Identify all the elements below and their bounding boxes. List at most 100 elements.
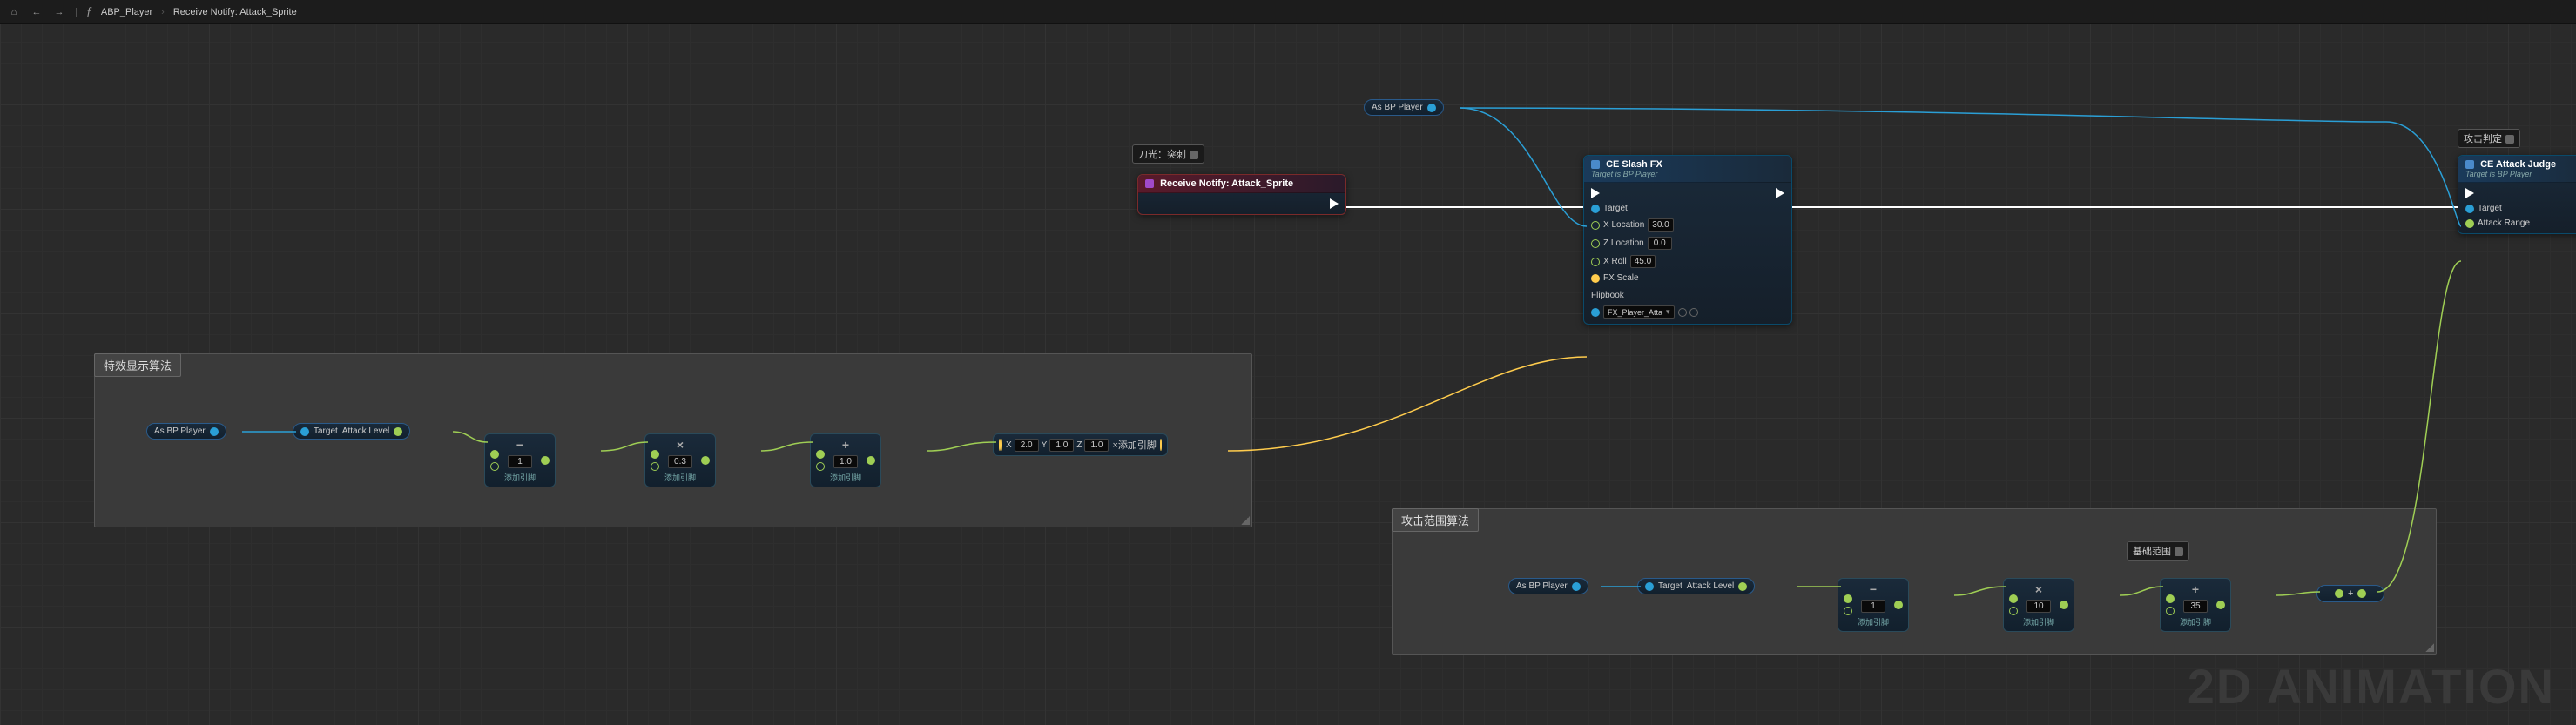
- pin-out-float[interactable]: [394, 427, 402, 436]
- add-pin-button[interactable]: 添加引脚: [2180, 616, 2211, 628]
- pin-out[interactable]: [867, 456, 875, 465]
- pin-in-a[interactable]: [816, 450, 825, 459]
- pin-xloc[interactable]: [1591, 221, 1600, 230]
- crumb-abp-player[interactable]: ABP_Player: [101, 7, 152, 17]
- add-pin-button[interactable]: 添加引脚: [2023, 616, 2054, 628]
- input-x[interactable]: 2.0: [1015, 439, 1039, 452]
- node-reroute-range[interactable]: +: [2316, 585, 2384, 602]
- multiply-icon: ×: [2035, 582, 2042, 596]
- pin-in-b[interactable]: [2009, 607, 2018, 615]
- resize-handle-icon[interactable]: [2425, 643, 2434, 652]
- pin-out[interactable]: [541, 456, 550, 465]
- plus-icon: +: [842, 438, 849, 452]
- pin-out[interactable]: [1894, 601, 1903, 609]
- browse-icon[interactable]: [1678, 308, 1687, 317]
- pin-in-b[interactable]: [490, 462, 499, 471]
- var-target-range[interactable]: TargetAttack Level: [1637, 578, 1755, 594]
- use-selected-icon[interactable]: [1689, 308, 1698, 317]
- pin-exec-in[interactable]: [1591, 188, 1600, 198]
- add-pin-button[interactable]: 添加引脚: [1118, 440, 1157, 451]
- node-title: CE Attack Judge: [2480, 159, 2556, 170]
- var-as-bp-player-range[interactable]: As BP Player: [1508, 578, 1588, 594]
- home-icon[interactable]: ⌂: [7, 5, 21, 19]
- pin-out-obj[interactable]: [210, 427, 219, 436]
- pin-in-b[interactable]: [1844, 607, 1852, 615]
- node-subtitle: Target is BP Player: [1591, 170, 1784, 178]
- pin-attack-range[interactable]: [2465, 219, 2474, 228]
- pin-exec-out[interactable]: [1330, 198, 1339, 209]
- input-b[interactable]: 35: [2183, 600, 2208, 613]
- pin-in-a[interactable]: [2166, 594, 2175, 603]
- node-subtitle: Target is BP Player: [2465, 170, 2576, 178]
- input-b[interactable]: 10: [2026, 600, 2051, 613]
- var-target-fx[interactable]: TargetAttack Level: [293, 423, 410, 440]
- tooltip-slash: 刀光：突刺: [1132, 144, 1204, 164]
- pin-out-obj[interactable]: [1427, 104, 1436, 112]
- pin-in-a[interactable]: [2009, 594, 2018, 603]
- pin-in-b[interactable]: [816, 462, 825, 471]
- comment-title-fx[interactable]: 特效显示算法: [94, 353, 181, 377]
- add-pin-button[interactable]: 添加引脚: [830, 472, 861, 483]
- pin-out-obj[interactable]: [1572, 582, 1581, 591]
- node-multiply-range[interactable]: × 10 添加引脚: [2003, 578, 2074, 632]
- pin-exec-out[interactable]: [1776, 188, 1784, 198]
- input-y[interactable]: 1.0: [1049, 439, 1074, 452]
- node-vector-multiply[interactable]: X2.0 Y1.0 Z1.0 ×添加引脚: [993, 433, 1168, 456]
- pin-flipbook[interactable]: [1591, 308, 1600, 317]
- node-ce-attack-judge[interactable]: CE Attack Judge Target is BP Player Targ…: [2458, 155, 2576, 234]
- input-b[interactable]: 1: [508, 455, 532, 468]
- input-b[interactable]: 1.0: [833, 455, 858, 468]
- input-b[interactable]: 1: [1861, 600, 1885, 613]
- pin-in-obj[interactable]: [300, 427, 309, 436]
- pin-in-b[interactable]: [651, 462, 659, 471]
- tooltip-judge: 攻击判定: [2458, 129, 2520, 148]
- watermark: 2D ANIMATION: [2188, 658, 2555, 715]
- plus-icon: +: [2348, 588, 2353, 599]
- crumb-receive-notify[interactable]: Receive Notify: Attack_Sprite: [173, 7, 297, 17]
- node-subtract-fx[interactable]: −1添加引脚: [484, 433, 556, 487]
- input-xloc[interactable]: 30.0: [1648, 218, 1673, 232]
- pin-zloc[interactable]: [1591, 239, 1600, 248]
- add-pin-button[interactable]: 添加引脚: [664, 472, 696, 483]
- input-b[interactable]: 0.3: [668, 455, 692, 468]
- node-subtract-range[interactable]: −1添加引脚: [1838, 578, 1909, 632]
- resize-handle-icon[interactable]: [1241, 516, 1250, 525]
- back-icon[interactable]: ←: [30, 5, 44, 19]
- pin-in[interactable]: [2335, 589, 2343, 598]
- node-ce-slash-fx[interactable]: CE Slash FX Target is BP Player Target X…: [1583, 155, 1792, 325]
- pin-in-obj[interactable]: [1645, 582, 1654, 591]
- node-add-fx[interactable]: +1.0 添加引脚: [810, 433, 881, 487]
- add-pin-button[interactable]: 添加引脚: [504, 472, 536, 483]
- pin-out[interactable]: [2357, 589, 2366, 598]
- pin-in-a[interactable]: [651, 450, 659, 459]
- pin-target[interactable]: [1591, 205, 1600, 213]
- function-icon: [1591, 160, 1600, 169]
- input-xroll[interactable]: 45.0: [1630, 255, 1656, 268]
- pin-in-a[interactable]: [1844, 594, 1852, 603]
- pin-in-b[interactable]: [2166, 607, 2175, 615]
- pin-fxscale[interactable]: [1591, 274, 1600, 283]
- var-as-bp-player-fx[interactable]: As BP Player: [146, 423, 226, 440]
- pin-target[interactable]: [2465, 205, 2474, 213]
- input-z[interactable]: 1.0: [1084, 439, 1109, 452]
- pin-out-float[interactable]: [1738, 582, 1747, 591]
- info-icon: [1190, 151, 1198, 159]
- pin-out[interactable]: [2060, 601, 2068, 609]
- pin-in-a[interactable]: [490, 450, 499, 459]
- add-pin-button[interactable]: 添加引脚: [1858, 616, 1889, 628]
- input-zloc[interactable]: 0.0: [1648, 237, 1672, 250]
- node-multiply-fx[interactable]: ×0.3添加引脚: [644, 433, 716, 487]
- node-add-range[interactable]: +35添加引脚: [2160, 578, 2231, 632]
- var-as-bp-player-top[interactable]: As BP Player: [1364, 99, 1444, 116]
- pin-out[interactable]: [701, 456, 710, 465]
- forward-icon[interactable]: →: [52, 5, 66, 19]
- pin-in-scale[interactable]: [1001, 439, 1002, 451]
- function-icon: [2465, 160, 2474, 169]
- pin-xroll[interactable]: [1591, 258, 1600, 266]
- node-receive-notify[interactable]: Receive Notify: Attack_Sprite: [1137, 174, 1346, 215]
- pin-exec-in[interactable]: [2465, 188, 2474, 198]
- comment-title-range[interactable]: 攻击范围算法: [1392, 508, 1479, 532]
- pin-out-vec[interactable]: [1160, 439, 1162, 451]
- dropdown-flipbook[interactable]: FX_Player_Atta▾: [1603, 305, 1675, 319]
- pin-out[interactable]: [2216, 601, 2225, 609]
